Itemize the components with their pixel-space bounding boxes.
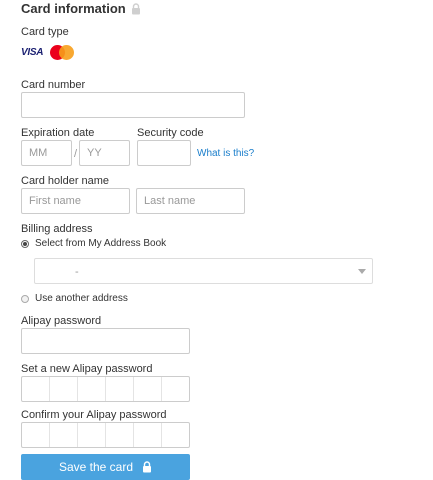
- chevron-down-icon: [358, 269, 366, 274]
- pin-cell[interactable]: [106, 423, 134, 447]
- last-name-input[interactable]: Last name: [136, 188, 245, 214]
- card-number-label: Card number: [21, 79, 86, 91]
- security-code-input[interactable]: [137, 140, 191, 166]
- pin-cell[interactable]: [134, 377, 162, 401]
- card-type-logos: VISA: [21, 45, 74, 60]
- new-alipay-password-input[interactable]: [21, 376, 190, 402]
- save-card-button-label: Save the card: [58, 460, 134, 474]
- card-type-label: Card type: [21, 26, 69, 38]
- expiration-date-label: Expiration date: [21, 127, 95, 139]
- lock-icon: [142, 461, 152, 473]
- new-alipay-password-label: Set a new Alipay password: [21, 363, 153, 375]
- radio-address-book[interactable]: [21, 239, 29, 248]
- pin-cell[interactable]: [134, 423, 162, 447]
- pin-cell[interactable]: [78, 377, 106, 401]
- card-number-input[interactable]: [21, 92, 245, 118]
- what-is-this-link[interactable]: What is this?: [197, 148, 254, 159]
- pin-cell[interactable]: [162, 423, 189, 447]
- radio-address-book-label: Select from My Address Book: [35, 238, 167, 249]
- confirm-alipay-password-input[interactable]: [21, 422, 190, 448]
- visa-logo-icon[interactable]: VISA: [21, 47, 43, 58]
- pin-cell[interactable]: [50, 377, 78, 401]
- lock-icon: [131, 2, 141, 15]
- pin-cell[interactable]: [162, 377, 189, 401]
- page-title: Card information: [21, 1, 141, 16]
- expiration-month-input[interactable]: MM: [21, 140, 72, 166]
- expiration-year-input[interactable]: YY: [79, 140, 130, 166]
- selected-address-value: -: [75, 266, 79, 278]
- confirm-alipay-password-label: Confirm your Alipay password: [21, 409, 167, 421]
- title-text: Card information: [21, 1, 126, 16]
- card-holder-label: Card holder name: [21, 175, 110, 187]
- radio-address-book-row[interactable]: Select from My Address Book: [21, 238, 166, 249]
- radio-other-address-label: Use another address: [35, 293, 128, 304]
- expiration-separator: /: [74, 148, 78, 160]
- save-card-button[interactable]: Save the card: [21, 454, 190, 480]
- pin-cell[interactable]: [22, 423, 50, 447]
- pin-cell[interactable]: [50, 423, 78, 447]
- first-name-input[interactable]: First name: [21, 188, 130, 214]
- pin-cell[interactable]: [78, 423, 106, 447]
- address-book-select[interactable]: -: [34, 258, 373, 284]
- billing-address-label: Billing address: [21, 223, 93, 235]
- radio-other-address[interactable]: [21, 294, 29, 303]
- pin-cell[interactable]: [22, 377, 50, 401]
- radio-other-address-row[interactable]: Use another address: [21, 293, 128, 304]
- security-code-label: Security code: [137, 127, 204, 139]
- alipay-password-input[interactable]: [21, 328, 190, 354]
- alipay-password-label: Alipay password: [21, 315, 102, 327]
- pin-cell[interactable]: [106, 377, 134, 401]
- mastercard-logo-icon[interactable]: [50, 45, 74, 60]
